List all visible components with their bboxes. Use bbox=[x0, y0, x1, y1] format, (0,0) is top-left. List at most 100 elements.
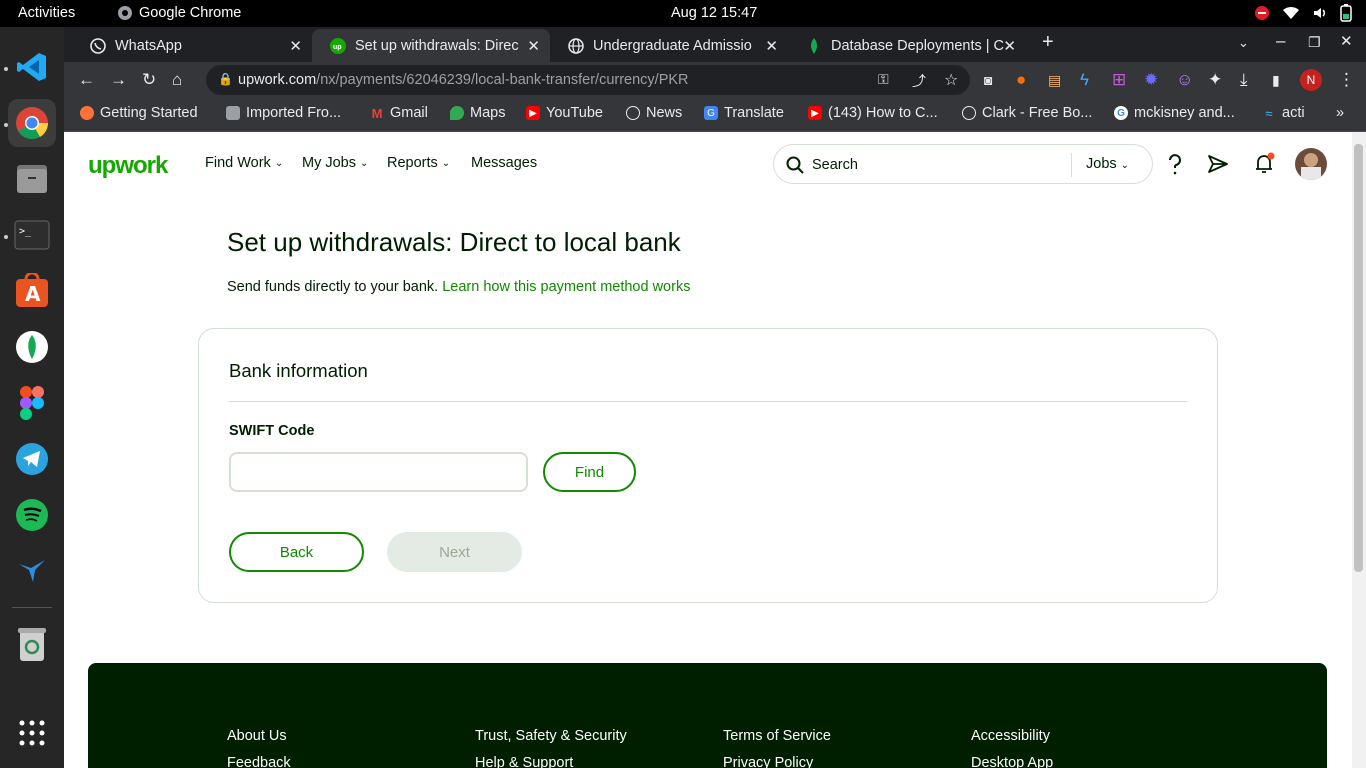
mongodb-compass-icon[interactable] bbox=[8, 323, 56, 371]
nav-messages[interactable]: Messages bbox=[471, 155, 537, 171]
notes-extension-icon[interactable]: ▤ bbox=[1048, 71, 1061, 89]
app-store-icon[interactable]: A bbox=[8, 267, 56, 315]
bookmarks-overflow-icon[interactable]: » bbox=[1336, 105, 1344, 121]
tab-admissions[interactable]: Undergraduate Admissio ✕ bbox=[550, 29, 788, 62]
system-tray[interactable] bbox=[1254, 4, 1352, 22]
clock[interactable]: Aug 12 15:47 bbox=[671, 5, 757, 21]
bird-app-icon[interactable] bbox=[8, 547, 56, 595]
bookmark-how-to[interactable]: ▶ (143) How to C... bbox=[808, 105, 938, 121]
firefox-icon bbox=[80, 106, 94, 120]
share-icon[interactable]: ⤴ bbox=[912, 71, 926, 91]
lock-icon[interactable]: 🔒 bbox=[218, 72, 233, 86]
reload-icon[interactable]: ↻ bbox=[142, 71, 156, 89]
close-tab-icon[interactable]: ✕ bbox=[765, 37, 778, 55]
new-tab-icon[interactable]: + bbox=[1042, 32, 1054, 52]
show-apps-grid-icon[interactable] bbox=[8, 709, 56, 757]
find-button[interactable]: Find bbox=[543, 452, 636, 492]
home-icon[interactable]: ⌂ bbox=[172, 71, 182, 89]
footer-link[interactable]: Privacy Policy bbox=[723, 755, 813, 768]
forward-arrow-icon[interactable]: → bbox=[110, 71, 127, 89]
upwork-logo[interactable]: upwork bbox=[88, 152, 168, 180]
scrollbar-thumb[interactable] bbox=[1354, 144, 1363, 572]
svg-text:>_: >_ bbox=[19, 226, 32, 237]
app-menu[interactable]: Google Chrome bbox=[117, 5, 241, 21]
gear-extension-icon[interactable]: ✹ bbox=[1144, 71, 1158, 89]
files-icon[interactable] bbox=[8, 155, 56, 203]
activities-button[interactable]: Activities bbox=[18, 5, 75, 21]
minimize-window-icon[interactable]: – bbox=[1276, 32, 1285, 50]
close-tab-icon[interactable]: ✕ bbox=[527, 37, 540, 55]
search-scope-dropdown[interactable]: Jobs ⌄ bbox=[1086, 156, 1129, 172]
key-icon[interactable]: ⚿ bbox=[878, 71, 889, 88]
user-avatar[interactable] bbox=[1295, 148, 1327, 180]
help-icon[interactable] bbox=[1165, 153, 1185, 175]
telegram-icon[interactable] bbox=[8, 435, 56, 483]
close-tab-icon[interactable]: ✕ bbox=[289, 37, 302, 55]
download-icon[interactable]: ⤓ bbox=[1240, 71, 1248, 89]
bookmark-star-icon[interactable]: ☆ bbox=[944, 70, 958, 90]
nav-find-work[interactable]: Find Work ⌄ bbox=[205, 155, 283, 171]
bookmark-youtube[interactable]: ▶ YouTube bbox=[526, 105, 603, 121]
nav-my-jobs[interactable]: My Jobs ⌄ bbox=[302, 155, 368, 171]
tab-search-chevron-down-icon[interactable]: ⌄ bbox=[1238, 34, 1249, 52]
bookmark-clark[interactable]: Clark - Free Bo... bbox=[962, 105, 1092, 121]
learn-more-link[interactable]: Learn how this payment method works bbox=[442, 279, 690, 295]
bookmark-getting-started[interactable]: Getting Started bbox=[80, 105, 198, 121]
bookmark-mckisney[interactable]: Gmckisney and... bbox=[1114, 105, 1235, 121]
puzzle-extensions-icon[interactable]: ✦ bbox=[1208, 71, 1222, 89]
tab-mongodb[interactable]: Database Deployments | C ✕ bbox=[788, 29, 1026, 62]
notifications-bell-icon[interactable] bbox=[1253, 152, 1277, 176]
globe-icon bbox=[568, 37, 584, 54]
lightning-extension-icon[interactable]: ϟ bbox=[1080, 71, 1089, 89]
page-title: Set up withdrawals: Direct to local bank bbox=[227, 227, 681, 257]
back-button[interactable]: Back bbox=[229, 532, 364, 572]
tab-whatsapp[interactable]: WhatsApp ✕ bbox=[72, 29, 312, 62]
send-icon[interactable] bbox=[1207, 154, 1229, 174]
footer-link[interactable]: Desktop App bbox=[971, 755, 1053, 768]
page-scrollbar[interactable] bbox=[1352, 132, 1366, 768]
search-bar[interactable]: Search Jobs ⌄ bbox=[773, 144, 1153, 184]
bookmark-translate[interactable]: G Translate bbox=[704, 105, 784, 121]
bookmark-label: Translate bbox=[724, 105, 784, 121]
figma-icon[interactable] bbox=[8, 379, 56, 427]
chevron-down-icon: ⌄ bbox=[1120, 160, 1130, 171]
bookmark-imported[interactable]: Imported Fro... bbox=[226, 105, 341, 121]
nav-label: Reports bbox=[387, 155, 438, 171]
google-icon: G bbox=[1114, 106, 1128, 120]
profile-avatar[interactable]: N bbox=[1300, 69, 1322, 91]
bookmark-news[interactable]: News bbox=[626, 105, 682, 121]
search-input[interactable]: Search bbox=[812, 157, 858, 173]
tab-title: WhatsApp bbox=[115, 37, 182, 54]
trash-icon[interactable] bbox=[8, 621, 56, 669]
footer-link[interactable]: Terms of Service bbox=[723, 728, 831, 744]
footer-link[interactable]: About Us bbox=[227, 728, 287, 744]
orange-extension-icon[interactable]: ● bbox=[1016, 71, 1026, 89]
do-not-disturb-icon bbox=[1255, 6, 1269, 20]
swift-code-input[interactable] bbox=[229, 452, 528, 492]
nav-reports[interactable]: Reports ⌄ bbox=[387, 155, 450, 171]
next-button[interactable]: Next bbox=[387, 532, 522, 572]
kebab-menu-icon[interactable]: ⋮ bbox=[1338, 71, 1355, 89]
spotify-icon[interactable] bbox=[8, 491, 56, 539]
bookmark-maps[interactable]: Maps bbox=[450, 105, 505, 121]
vscode-icon[interactable] bbox=[8, 43, 56, 91]
maximize-window-icon[interactable]: ❐ bbox=[1308, 33, 1321, 51]
chevron-down-icon: ⌄ bbox=[441, 157, 451, 169]
camera-extension-icon[interactable]: ◙ bbox=[984, 71, 992, 89]
chrome-dock-icon[interactable] bbox=[8, 99, 56, 147]
close-window-icon[interactable]: ✕ bbox=[1340, 33, 1353, 51]
close-tab-icon[interactable]: ✕ bbox=[1003, 37, 1016, 55]
bookmark-gmail[interactable]: M Gmail bbox=[370, 105, 428, 121]
footer-link[interactable]: Trust, Safety & Security bbox=[475, 728, 627, 744]
address-bar[interactable]: 🔒 upwork.com/nx/payments/62046239/local-… bbox=[206, 65, 970, 95]
footer-link[interactable]: Help & Support bbox=[475, 755, 573, 768]
grid-extension-icon[interactable]: ⊞ bbox=[1112, 71, 1126, 89]
footer-link[interactable]: Feedback bbox=[227, 755, 291, 768]
tab-upwork[interactable]: up Set up withdrawals: Direc ✕ bbox=[312, 29, 550, 62]
face-extension-icon[interactable]: ☺ bbox=[1176, 71, 1193, 89]
side-panel-icon[interactable]: ▮ bbox=[1272, 71, 1280, 89]
footer-link[interactable]: Accessibility bbox=[971, 728, 1050, 744]
bookmark-acti[interactable]: ≈ acti bbox=[1262, 105, 1304, 121]
back-arrow-icon[interactable]: ← bbox=[78, 71, 95, 89]
terminal-icon[interactable]: >_ bbox=[8, 211, 56, 259]
